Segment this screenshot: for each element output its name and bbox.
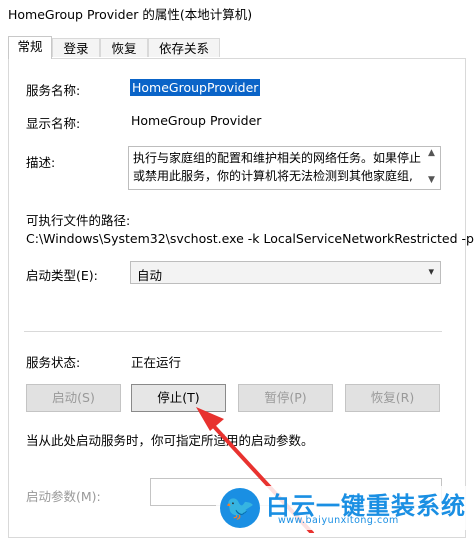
bird-logo-icon: 🐦 xyxy=(220,488,260,528)
description-label: 描述: xyxy=(26,155,56,170)
startup-type-select[interactable]: 自动 ▾ xyxy=(130,261,441,284)
tab-recovery[interactable]: 恢复 xyxy=(100,38,148,57)
exe-path-value: C:\Windows\System32\svchost.exe -k Local… xyxy=(26,231,474,246)
resume-button[interactable]: 恢复(R) xyxy=(345,384,440,412)
startup-type-label: 启动类型(E): xyxy=(26,268,98,283)
title-bar: HomeGroup Provider 的属性(本地计算机) xyxy=(0,0,475,24)
tab-logon[interactable]: 登录 xyxy=(52,38,100,57)
stop-button[interactable]: 停止(T) xyxy=(131,384,226,412)
startup-type-value: 自动 xyxy=(137,268,163,283)
tab-general[interactable]: 常规 xyxy=(8,36,52,59)
exe-path-label: 可执行文件的路径: xyxy=(26,213,131,228)
divider xyxy=(24,331,442,332)
start-params-hint: 当从此处启动服务时，你可指定所适用的启动参数。 xyxy=(26,433,314,448)
display-name-value: HomeGroup Provider xyxy=(131,113,262,128)
window-title: HomeGroup Provider 的属性(本地计算机) xyxy=(8,7,253,22)
service-status-value: 正在运行 xyxy=(131,355,182,370)
scroll-down-icon[interactable]: ▼ xyxy=(428,175,435,185)
start-params-label: 启动参数(M): xyxy=(26,489,101,504)
service-name-label: 服务名称: xyxy=(26,83,81,98)
pause-button[interactable]: 暂停(P) xyxy=(238,384,333,412)
start-button[interactable]: 启动(S) xyxy=(26,384,121,412)
chevron-down-icon: ▾ xyxy=(428,265,434,278)
watermark-url: www.baiyunxitong.com xyxy=(278,515,399,526)
tab-dependencies[interactable]: 依存关系 xyxy=(148,38,220,57)
description-scrollbar[interactable]: ▲ ▼ xyxy=(426,147,440,189)
display-name-label: 显示名称: xyxy=(26,116,81,131)
scroll-up-icon[interactable]: ▲ xyxy=(428,148,435,158)
service-name-value[interactable]: HomeGroupProvider xyxy=(130,79,261,96)
service-status-label: 服务状态: xyxy=(26,355,81,370)
description-text: 执行与家庭组的配置和维护相关的网络任务。如果停止或禁用此服务，你的计算机将无法检… xyxy=(133,151,422,183)
watermark: 🐦 白云一键重装系统 www.baiyunxitong.com xyxy=(216,486,474,530)
description-box[interactable]: 执行与家庭组的配置和维护相关的网络任务。如果停止或禁用此服务，你的计算机将无法检… xyxy=(128,146,441,190)
